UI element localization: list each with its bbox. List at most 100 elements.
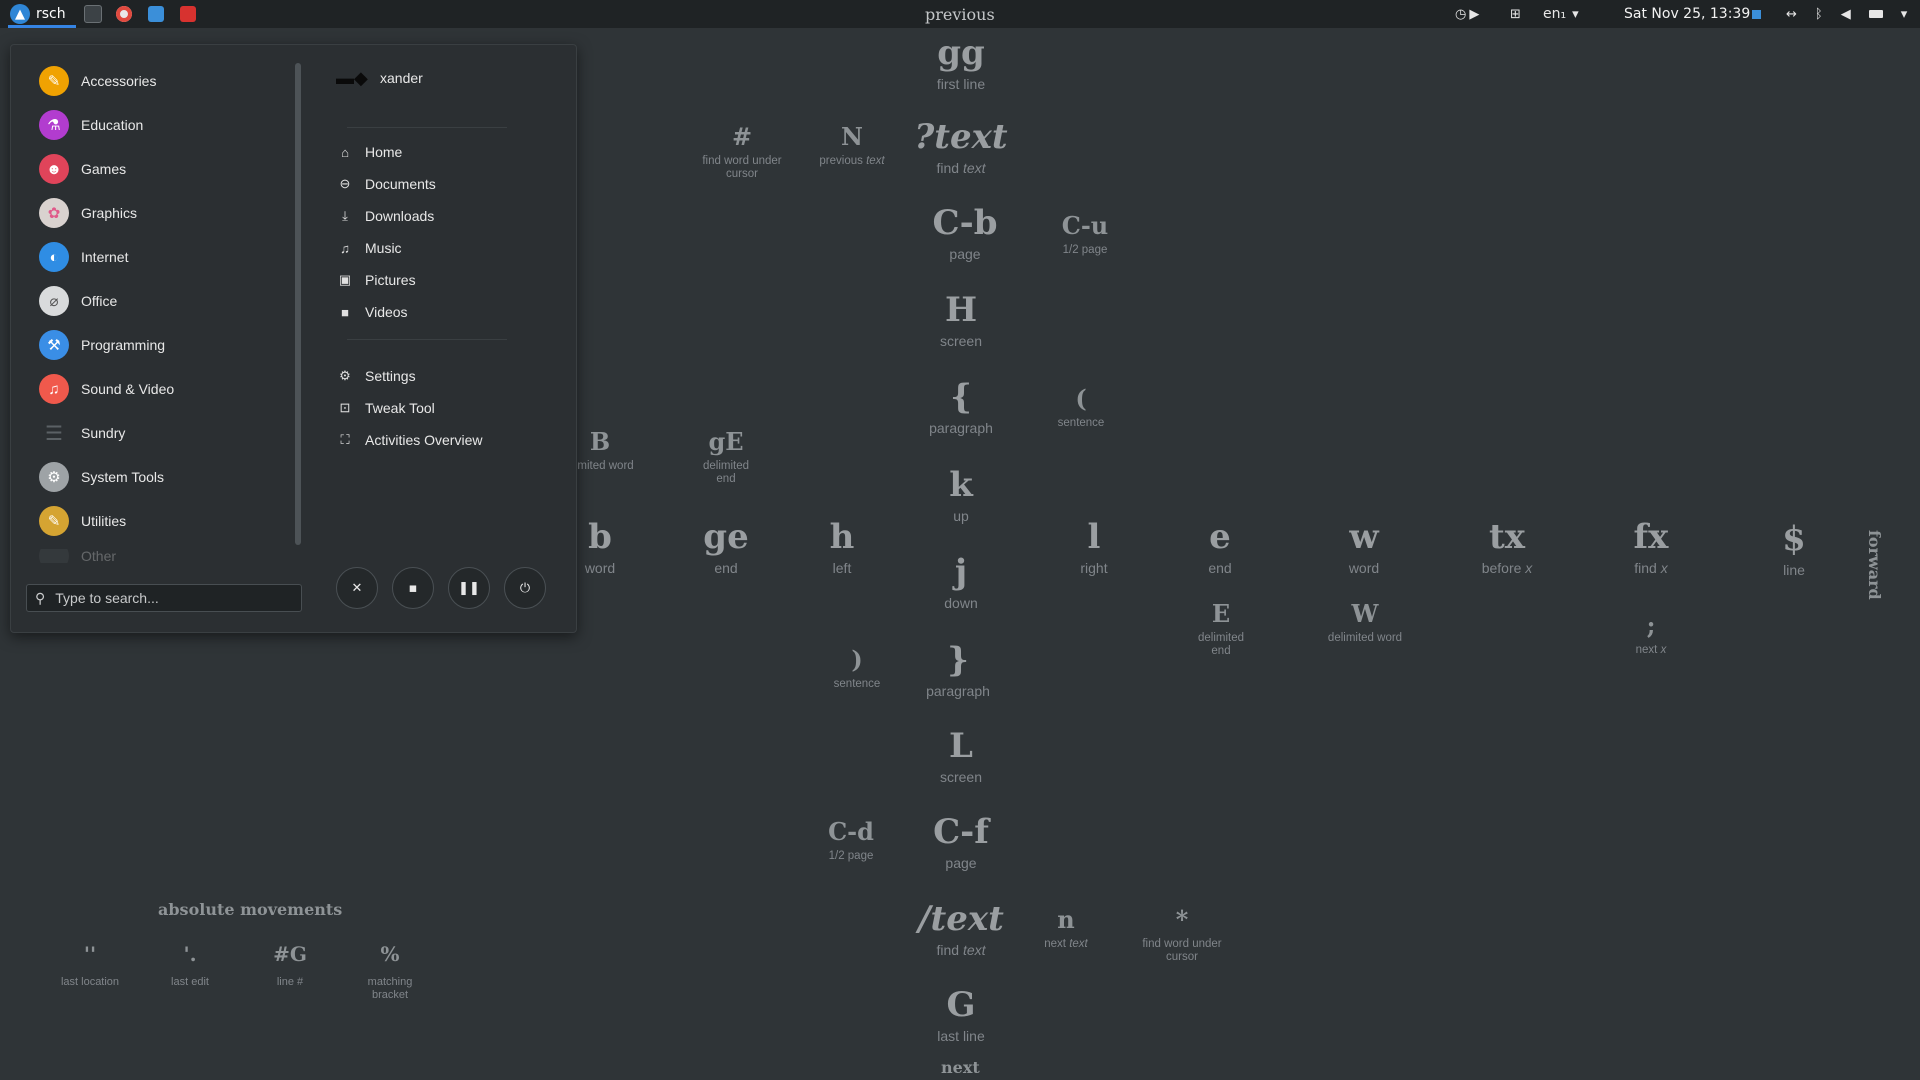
user-button[interactable]: ▬◆ xander — [336, 67, 423, 89]
lock-icon: ▪ — [408, 580, 418, 596]
next-label: next — [941, 1058, 980, 1077]
vim-key: C-u 1/2 page — [1061, 211, 1109, 257]
taskbar-terminal[interactable] — [84, 0, 102, 28]
category-graphics[interactable]: ✿ Graphics — [39, 195, 137, 231]
terminal-icon — [84, 5, 102, 23]
pictures-icon: ▣ — [338, 272, 352, 287]
category-internet[interactable]: ◐ Internet — [39, 239, 128, 275]
app-settings[interactable]: ⚙ Settings — [337, 363, 415, 389]
vim-key: k up — [949, 465, 973, 524]
logout-button[interactable]: ✕ — [336, 567, 378, 609]
workspace-indicator[interactable]: ⊞ — [1510, 0, 1521, 28]
system-menu-chevron-icon: ▾ — [1900, 6, 1908, 22]
vim-key: fx find x — [1633, 517, 1669, 576]
place-label: Music — [365, 240, 402, 256]
vim-key: (sentence — [1057, 384, 1105, 430]
vim-key: } paragraph — [926, 640, 990, 699]
lock-button[interactable]: ▪ — [392, 567, 434, 609]
place-pictures[interactable]: ▣ Pictures — [337, 267, 416, 293]
sundry-icon: ☰ — [45, 422, 63, 445]
documents-icon: ⊖ — [339, 176, 351, 191]
power-icon: ⏻ — [519, 580, 531, 596]
place-documents[interactable]: ⊖ Documents — [337, 171, 436, 197]
place-label: Pictures — [365, 272, 416, 288]
volume-icon: ◀ — [1840, 6, 1851, 22]
place-label: Videos — [365, 304, 408, 320]
vim-key: e end — [1208, 517, 1232, 576]
vim-key: tx before x — [1481, 517, 1533, 576]
pause-icon: ❚❚ — [458, 580, 480, 596]
suspend-button[interactable]: ❚❚ — [448, 567, 490, 609]
window-title: previous — [925, 4, 995, 24]
pdf-icon — [180, 6, 196, 22]
separator — [347, 127, 507, 128]
accessories-icon: ✎ — [39, 66, 69, 96]
utilities-icon: ✎ — [39, 506, 69, 536]
app-label: Activities Overview — [365, 432, 483, 448]
category-office[interactable]: ⌀ Office — [39, 283, 117, 319]
app-tweak-tool[interactable]: ⊡ Tweak Tool — [337, 395, 435, 421]
category-label: Internet — [81, 249, 129, 265]
separator — [347, 339, 507, 340]
search-icon: ⚲ — [35, 589, 46, 606]
place-home[interactable]: ⌂ Home — [337, 139, 402, 165]
category-sundry[interactable]: ☰ Sundry — [39, 415, 125, 451]
taskbar-files[interactable] — [148, 0, 164, 28]
sound-video-icon: ♫ — [39, 374, 69, 404]
category-education[interactable]: ⚗ Education — [39, 107, 143, 143]
power-button[interactable]: ⏻ — [504, 567, 546, 609]
place-downloads[interactable]: ⤓ Downloads — [337, 203, 434, 229]
vim-key: % matching bracket — [367, 942, 413, 1001]
clock-label: Sat Nov 25, 13:39 — [1624, 6, 1751, 22]
activities-label: rsch — [36, 6, 66, 22]
category-accessories[interactable]: ✎ Accessories — [39, 63, 156, 99]
category-label: Utilities — [81, 513, 127, 529]
tweak-tool-icon: ⊡ — [339, 400, 351, 415]
taskbar-browser[interactable] — [116, 0, 132, 28]
category-label: System Tools — [81, 469, 164, 485]
category-other[interactable]: Other — [39, 549, 116, 563]
battery-icon — [1868, 10, 1883, 18]
network-icon: ↔ — [1786, 6, 1797, 22]
keyboard-layout-menu[interactable]: en₁ ▾ — [1543, 0, 1579, 28]
place-music[interactable]: ♫ Music — [337, 235, 402, 261]
search-input[interactable] — [53, 589, 278, 607]
category-label: Games — [81, 161, 127, 177]
notification-icon — [1752, 9, 1762, 19]
system-tray[interactable]: ↔ ᛒ ◀ ▾ — [1786, 0, 1907, 28]
app-label: Tweak Tool — [365, 400, 435, 416]
play-icon: ▶ — [1469, 6, 1480, 22]
category-games[interactable]: ☻ Games — [39, 151, 126, 187]
place-label: Home — [365, 144, 403, 160]
media-indicator[interactable]: ◷ ▶ — [1455, 0, 1479, 28]
vim-key: Hscreen — [939, 290, 983, 349]
category-label: Sundry — [81, 425, 126, 441]
bluetooth-icon: ᛒ — [1814, 6, 1823, 22]
category-utilities[interactable]: ✎ Utilities — [39, 503, 126, 539]
arch-logo-icon: ▲ — [10, 4, 30, 24]
browser-icon — [116, 6, 132, 22]
user-name: xander — [380, 70, 423, 86]
games-icon: ☻ — [39, 154, 69, 184]
app-activities-overview[interactable]: ⛶ Activities Overview — [337, 427, 482, 453]
activities-button[interactable]: ▲ rsch — [10, 0, 66, 28]
place-videos[interactable]: ■ Videos — [337, 299, 408, 325]
clock[interactable]: Sat Nov 25, 13:39 — [1624, 0, 1762, 28]
category-system-tools[interactable]: ⚙ System Tools — [39, 459, 164, 495]
search-box[interactable]: ⚲ — [26, 584, 302, 612]
top-panel: ▲ rsch previous ◷ ▶ ⊞ en₁ ▾ Sat Nov 25, … — [0, 0, 1920, 28]
categories-scrollbar[interactable] — [295, 63, 301, 545]
vim-key: ?text find text — [914, 117, 1008, 176]
category-label: Accessories — [81, 73, 157, 89]
keyboard-layout-label: en₁ — [1543, 6, 1567, 22]
category-programming[interactable]: ⚒ Programming — [39, 327, 165, 363]
category-label: Other — [81, 549, 117, 563]
taskbar-pdf[interactable] — [180, 0, 196, 28]
vim-key: Wdelimited word — [1327, 599, 1403, 645]
vim-key: w word — [1348, 517, 1380, 576]
category-sound-video[interactable]: ♫ Sound & Video — [39, 371, 174, 407]
close-icon: ✕ — [351, 580, 363, 596]
system-tools-icon: ⚙ — [39, 462, 69, 492]
category-label: Programming — [81, 337, 166, 353]
settings-icon: ⚙ — [339, 368, 351, 383]
